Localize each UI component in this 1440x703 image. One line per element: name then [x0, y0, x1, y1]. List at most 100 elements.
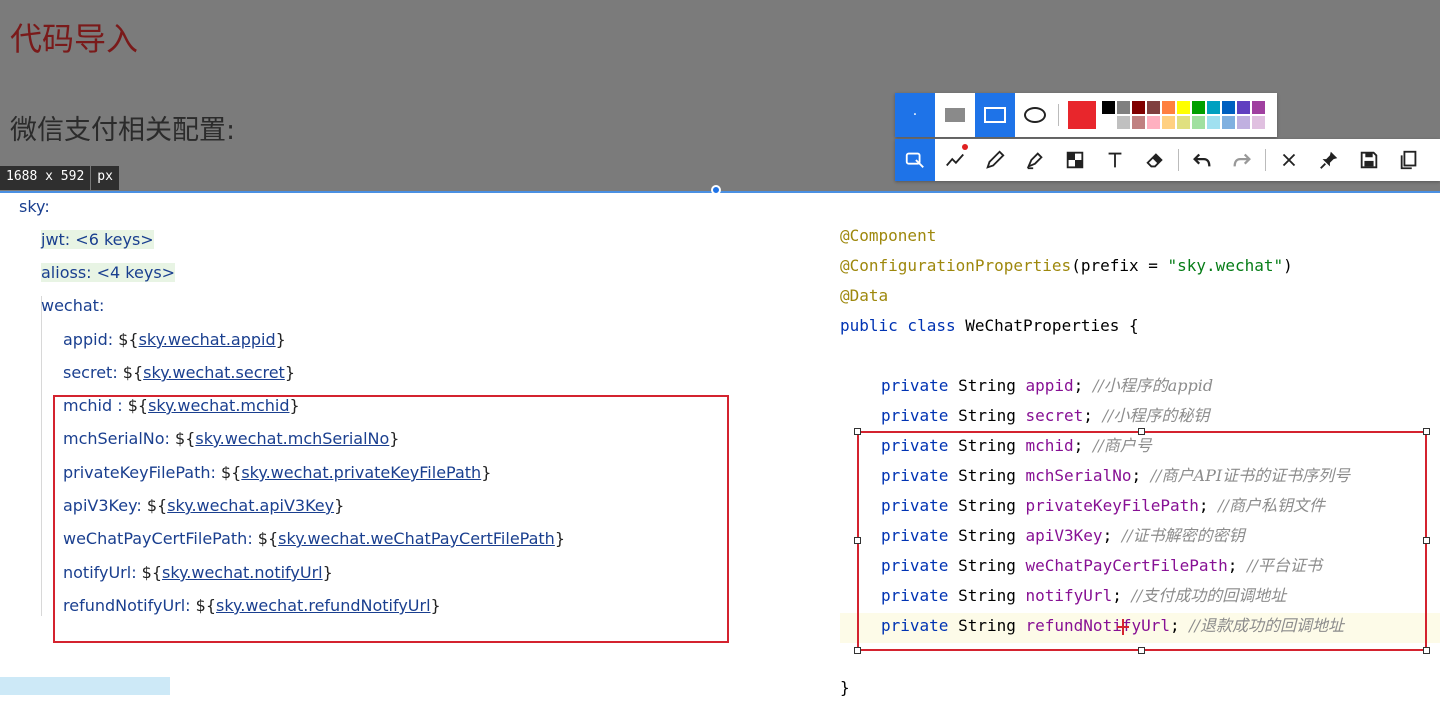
- outline-rect-button[interactable]: [975, 93, 1015, 137]
- filled-rectangle-icon: [945, 108, 965, 122]
- eraser-tool-button[interactable]: [1135, 139, 1175, 181]
- java-highlight-box[interactable]: [857, 431, 1427, 651]
- private-keyword: private: [881, 406, 959, 425]
- palette-color-swatch[interactable]: [1177, 116, 1190, 129]
- shape-tool-button[interactable]: [895, 139, 935, 181]
- selection-size-badge: 1688 x 592 px: [0, 166, 119, 190]
- yaml-line: alioss: <4 keys>: [41, 259, 176, 287]
- toolbar-separator: [1178, 149, 1179, 171]
- rectangle-outline-icon: [984, 107, 1006, 123]
- indent-guide: [41, 296, 42, 616]
- field-name: secret: [1025, 406, 1084, 425]
- pencil-tool-button[interactable]: [975, 139, 1015, 181]
- palette-color-swatch[interactable]: [1252, 116, 1265, 129]
- yaml-line: sky:: [19, 193, 50, 221]
- slide-subtitle: 微信支付相关配置:: [10, 115, 236, 146]
- redo-icon: [1233, 153, 1251, 167]
- yaml-placeholder-ref[interactable]: sky.wechat.secret: [143, 363, 285, 382]
- marker-tool-button[interactable]: [1015, 139, 1055, 181]
- yaml-line: secret: ${sky.wechat.secret}: [63, 363, 296, 382]
- private-keyword: private: [881, 376, 959, 395]
- palette-color-swatch[interactable]: [1102, 116, 1115, 129]
- yaml-key[interactable]: alioss: <4 keys>: [41, 263, 176, 282]
- copy-button[interactable]: [1389, 139, 1429, 181]
- palette-color-swatch[interactable]: [1207, 101, 1220, 114]
- text-tool-button[interactable]: [1095, 139, 1135, 181]
- active-indicator-dot: [962, 144, 968, 150]
- move-cursor-icon: [1117, 619, 1129, 635]
- palette-color-swatch[interactable]: [1162, 116, 1175, 129]
- resize-handle[interactable]: [1138, 428, 1145, 435]
- palette-color-swatch[interactable]: [1162, 101, 1175, 114]
- undo-icon: [1193, 153, 1211, 167]
- ellipse-icon: [1024, 107, 1046, 123]
- yaml-line: wechat:: [41, 292, 104, 320]
- save-button[interactable]: [1349, 139, 1389, 181]
- slide-title: 代码导入: [10, 20, 139, 58]
- palette-color-swatch[interactable]: [1102, 101, 1115, 114]
- shape-tool-icon: [905, 152, 924, 168]
- palette-color-swatch[interactable]: [1207, 116, 1220, 129]
- pin-icon: [1320, 151, 1338, 169]
- yaml-key: appid:: [63, 330, 114, 349]
- palette-color-swatch[interactable]: [1192, 116, 1205, 129]
- field-comment: //小程序的appid: [1092, 376, 1214, 395]
- field-name: appid: [1025, 376, 1074, 395]
- palette-color-swatch[interactable]: [1222, 116, 1235, 129]
- palette-color-swatch[interactable]: [1132, 101, 1145, 114]
- palette-color-swatch[interactable]: [1177, 101, 1190, 114]
- shape-options-toolbar: ·: [895, 93, 1277, 137]
- resize-handle[interactable]: [854, 647, 861, 654]
- yaml-placeholder-ref[interactable]: sky.wechat.appid: [139, 330, 276, 349]
- config-properties-annotation: @ConfigurationProperties(prefix = "sky.w…: [840, 256, 1293, 275]
- resize-handle[interactable]: [854, 428, 861, 435]
- current-color-swatch[interactable]: [1068, 101, 1096, 129]
- undo-button[interactable]: [1182, 139, 1222, 181]
- fill-rect-button[interactable]: [935, 93, 975, 137]
- ellipse-button[interactable]: [1015, 93, 1055, 137]
- redo-button[interactable]: [1222, 139, 1262, 181]
- resize-handle[interactable]: [1423, 647, 1430, 654]
- selection-resize-handle[interactable]: [711, 185, 721, 195]
- yaml-key: secret:: [63, 363, 118, 382]
- type-name: String: [958, 376, 1026, 395]
- yaml-key: sky:: [19, 197, 50, 216]
- palette-color-swatch[interactable]: [1117, 116, 1130, 129]
- palette-color-swatch[interactable]: [1222, 101, 1235, 114]
- eraser-icon: [1146, 153, 1163, 168]
- java-field-line: private String appid; //小程序的appid: [881, 376, 1214, 395]
- cancel-button[interactable]: [1269, 139, 1309, 181]
- selection-dimensions: 1688 x 592: [6, 169, 85, 184]
- palette-color-swatch[interactable]: [1192, 101, 1205, 114]
- palette-color-swatch[interactable]: [1132, 116, 1145, 129]
- yaml-key[interactable]: jwt: <6 keys>: [41, 230, 154, 249]
- type-name: String: [958, 406, 1026, 425]
- polyline-tool-button[interactable]: [935, 139, 975, 181]
- class-declaration: public class WeChatProperties {: [840, 316, 1139, 335]
- resize-handle[interactable]: [1138, 647, 1145, 654]
- palette-color-swatch[interactable]: [1147, 116, 1160, 129]
- save-icon: [1360, 151, 1378, 169]
- java-field-line: private String secret; //小程序的秘钥: [881, 406, 1210, 425]
- resize-handle[interactable]: [1423, 428, 1430, 435]
- class-closing-brace: }: [840, 678, 850, 697]
- yaml-line: appid: ${sky.wechat.appid}: [63, 330, 286, 349]
- marker-icon: [1026, 152, 1043, 170]
- yaml-highlight-box: [53, 395, 729, 643]
- pencil-icon: [986, 150, 1005, 169]
- field-comment: //小程序的秘钥: [1102, 406, 1210, 425]
- pen-size-small-button[interactable]: ·: [895, 93, 935, 137]
- pin-button[interactable]: [1309, 139, 1349, 181]
- palette-color-swatch[interactable]: [1252, 101, 1265, 114]
- annotation-toolbar: [895, 139, 1440, 181]
- resize-handle[interactable]: [854, 537, 861, 544]
- palette-color-swatch[interactable]: [1237, 101, 1250, 114]
- palette-color-swatch[interactable]: [1237, 116, 1250, 129]
- palette-color-swatch[interactable]: [1117, 101, 1130, 114]
- resize-handle[interactable]: [1423, 537, 1430, 544]
- data-annotation: @Data: [840, 286, 889, 305]
- palette-color-swatch[interactable]: [1147, 101, 1160, 114]
- polyline-icon: [946, 153, 964, 167]
- selection-unit: px: [90, 166, 119, 190]
- mosaic-tool-button[interactable]: [1055, 139, 1095, 181]
